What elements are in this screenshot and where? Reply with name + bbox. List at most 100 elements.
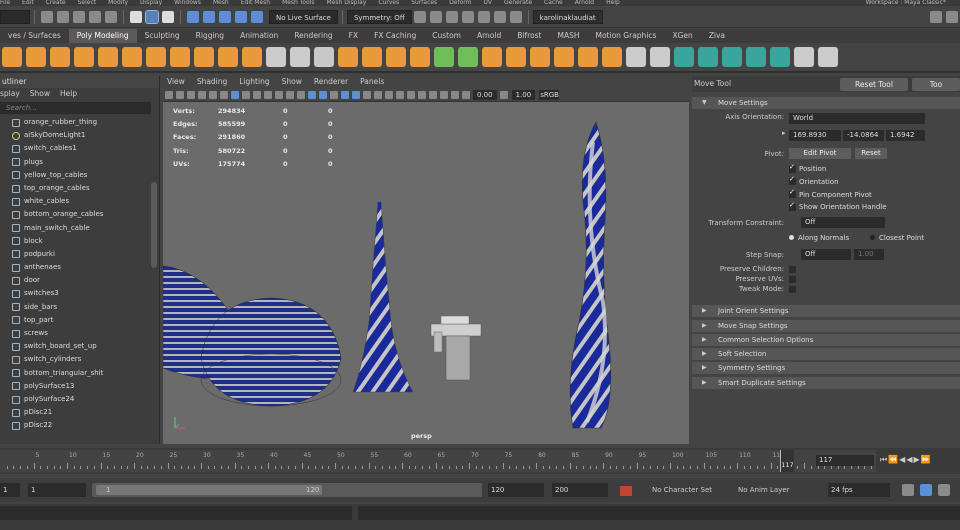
poly-sphere-icon[interactable] [2,47,22,67]
outliner-item[interactable]: top_orange_cables [0,182,159,195]
outliner-item[interactable]: orange_rubber_thing [0,116,159,129]
range-bar[interactable]: 1 120 [92,483,482,497]
shelf-tab[interactable]: ves / Surfaces [0,29,69,43]
shelf-tab[interactable]: Animation [232,29,286,43]
cylindrical-map-icon[interactable] [746,47,766,67]
color-space-field[interactable]: sRGB [539,89,560,100]
play-forward-icon[interactable]: ▶ [913,455,920,464]
poly-cylinder-icon[interactable] [50,47,70,67]
field-chart-icon[interactable] [274,90,283,99]
film-gate-icon[interactable] [241,90,250,99]
snap-point-icon[interactable] [219,10,231,23]
grease-pencil-icon[interactable] [219,90,228,99]
smooth-icon[interactable] [338,47,358,67]
outliner-item[interactable]: polySurface24 [0,393,159,406]
viewport-menu-item[interactable]: Renderer [314,76,348,88]
history-icon[interactable] [413,10,426,23]
outliner-scrollbar[interactable] [151,182,157,268]
spire-mesh[interactable] [352,201,414,393]
outliner-item[interactable]: podpurki [0,248,159,261]
2d-pan-zoom-icon[interactable] [208,90,217,99]
undo-icon[interactable] [89,10,101,23]
exposure-field[interactable]: 0.00 [473,89,497,100]
auto-key-icon[interactable] [620,486,632,496]
coord-x-field[interactable]: 169.8930 [789,130,841,142]
outliner-item[interactable]: anthenaes [0,261,159,274]
new-scene-icon[interactable] [41,10,53,23]
collapsed-section[interactable]: ▶ Smart Duplicate Settings [692,376,960,389]
textured-icon[interactable] [351,90,360,99]
exposure-icon[interactable] [461,90,470,99]
pivot-option-checkbox[interactable]: Show Orientation Handle [789,201,887,211]
step-snap-value-field[interactable]: 1.00 [854,249,884,261]
select-hierarchy-icon[interactable] [130,10,142,23]
pause-icon[interactable] [509,10,522,23]
current-frame-field[interactable]: 117 [816,455,874,466]
shelf-tab[interactable]: Ziva [701,29,733,43]
collapsed-section[interactable]: ▶ Move Snap Settings [692,319,960,332]
spherical-map-icon[interactable] [770,47,790,67]
outliner-item[interactable]: door [0,274,159,287]
smooth-shade-icon[interactable] [318,90,327,99]
wedge-icon[interactable] [578,47,598,67]
outliner-item[interactable]: bottom_orange_cables [0,208,159,221]
anim-end-field[interactable]: 200 [552,483,608,497]
outliner-search-input[interactable]: Search... [0,102,151,114]
outliner-item[interactable]: screws [0,327,159,340]
select-object-icon[interactable] [145,9,159,24]
viewport-menu-item[interactable]: Panels [360,76,384,88]
outliner-item[interactable]: switch_board_set_up [0,340,159,353]
outliner-item[interactable]: bottom_triangular_shit [0,367,159,380]
mel-input[interactable] [0,506,352,520]
wireframe-on-shaded-icon[interactable] [340,90,349,99]
step-back-key-icon[interactable]: ⏪ [888,455,899,464]
poly-disc-icon[interactable] [146,47,166,67]
pivot-option-checkbox[interactable]: Pin Component Pivot [789,188,872,199]
viewport-menu-item[interactable]: Shading [197,76,227,88]
character-set-dropdown[interactable]: No Character Set [652,483,712,497]
anim-layer-dropdown[interactable]: No Anim Layer [738,483,789,497]
poke-icon[interactable] [554,47,574,67]
outliner-item[interactable]: plugs [0,156,159,169]
outliner-item[interactable]: switch_cables1 [0,142,159,155]
collapsed-section[interactable]: ▶ Common Selection Options [692,333,960,346]
shelf-tab[interactable]: Motion Graphics [588,29,665,43]
gamma-icon[interactable] [500,90,509,99]
shelf-tab[interactable]: FX [341,29,366,43]
target-weld-icon[interactable] [650,47,670,67]
snap-surface-icon[interactable] [251,10,263,23]
live-surface-dropdown[interactable]: No Live Surface [269,9,338,24]
outliner-menu-item[interactable]: Show [30,88,50,100]
viewport-persp[interactable]: View Shading Lighting Show Renderer Panels 0.… [163,76,689,444]
outliner-item[interactable]: pDisc21 [0,406,159,419]
ambient-occlusion-icon[interactable] [406,90,415,99]
toggle-panel-icon[interactable] [946,10,958,23]
bookmarks-icon[interactable] [186,90,195,99]
anim-start-field[interactable]: 1 [28,483,86,497]
outliner-item[interactable]: pDisc22 [0,419,159,432]
combine-icon[interactable] [266,47,286,67]
separate-icon[interactable] [290,47,310,67]
shelf-tab[interactable]: Bifrost [509,29,549,43]
hypershade-icon[interactable] [477,10,490,23]
use-all-lights-icon[interactable] [362,90,371,99]
boolean-icon[interactable] [602,47,622,67]
outliner-item[interactable]: block [0,235,159,248]
start-time-field[interactable]: 1 [0,483,20,497]
outliner-item[interactable]: yellow_top_cables [0,169,159,182]
symmetry-dropdown[interactable]: Symmetry: Off [346,9,412,24]
outliner-item[interactable]: top_part [0,314,159,327]
outliner-item[interactable]: white_cables [0,195,159,208]
transform-constraint-dropdown[interactable]: Off [801,217,885,229]
bevel-icon[interactable] [482,47,502,67]
arnold-render-icon[interactable] [493,10,506,23]
outliner-item[interactable]: switch_cylinders [0,353,159,366]
menu-set-dropdown[interactable] [0,9,30,24]
shelf-tab[interactable]: Custom [424,29,469,43]
collapsed-section[interactable]: ▶ Soft Selection [692,348,960,361]
poly-plane-icon[interactable] [122,47,142,67]
redo-icon[interactable] [105,10,117,23]
step-forward-icon[interactable]: ⏩ [921,455,932,464]
coord-z-field[interactable]: 1.6942 [886,130,925,142]
edit-pivot-button[interactable]: Edit Pivot [789,148,851,160]
